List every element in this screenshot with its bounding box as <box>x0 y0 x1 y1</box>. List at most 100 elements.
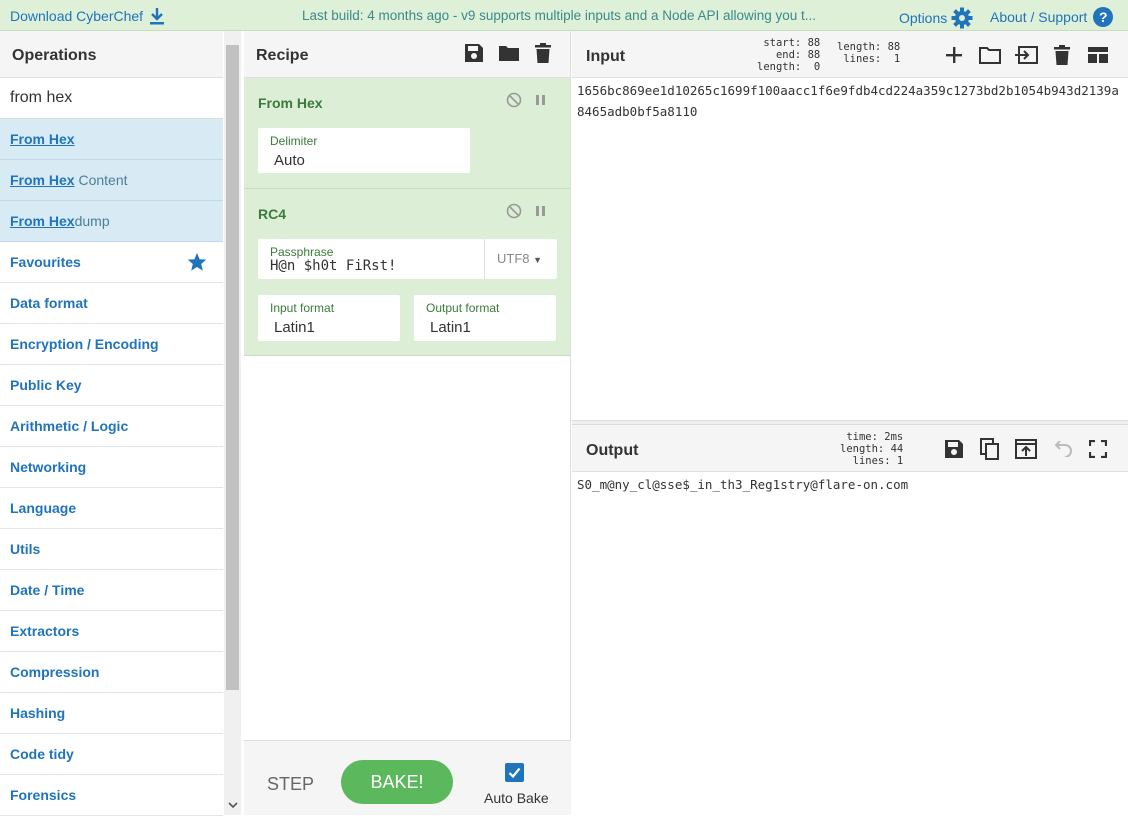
undo-icon[interactable] <box>1051 441 1073 457</box>
autobake-label[interactable]: Auto Bake <box>484 790 549 806</box>
category-compression[interactable]: Compression <box>0 652 223 693</box>
options-label[interactable]: Options <box>899 10 947 26</box>
passphrase-label: Passphrase <box>270 245 334 259</box>
delimiter-field[interactable]: Delimiter Auto <box>258 128 470 173</box>
trash-icon[interactable] <box>534 43 552 63</box>
category-data-format[interactable]: Data format <box>0 283 223 324</box>
layout-button[interactable] <box>1086 43 1110 67</box>
layout-icon[interactable] <box>1087 46 1109 64</box>
download-link[interactable]: Download CyberChef <box>10 7 165 25</box>
top-banner: Download CyberChef Last build: 4 months … <box>0 0 1128 31</box>
about-link[interactable]: About / Support ? <box>990 7 1114 27</box>
category-hashing[interactable]: Hashing <box>0 693 223 734</box>
pause-icon[interactable] <box>534 203 548 219</box>
category-label: Extractors <box>10 623 80 639</box>
options-link[interactable]: Options <box>899 7 973 29</box>
operations-scrollbar[interactable] <box>224 31 241 815</box>
disable-icon[interactable] <box>506 92 522 108</box>
disable-icon[interactable] <box>506 203 522 219</box>
passphrase-value[interactable]: H@n $h0t FiRst! <box>270 258 396 274</box>
folder-open-icon[interactable] <box>979 46 1001 64</box>
output-format-value[interactable]: Latin1 <box>430 319 471 336</box>
pause-icon[interactable] <box>534 92 548 108</box>
maximise-output-button[interactable] <box>1086 437 1110 461</box>
scroll-down-arrow-icon[interactable] <box>228 801 238 809</box>
plus-icon[interactable] <box>945 46 963 64</box>
step-button[interactable]: STEP <box>267 774 314 795</box>
category-label: Public Key <box>10 377 82 393</box>
input-format-label: Input format <box>270 301 335 315</box>
operations-list: From Hex From Hex Content From Hexdump F… <box>0 119 223 816</box>
output-header: Output time: 2ms length: 44 lines: 1 <box>572 425 1128 472</box>
op-title: From Hex <box>258 95 323 111</box>
category-date-time[interactable]: Date / Time <box>0 570 223 611</box>
folder-icon[interactable] <box>498 43 520 63</box>
gear-icon[interactable] <box>951 7 973 29</box>
input-file-icon[interactable] <box>1014 46 1038 64</box>
build-message[interactable]: Last build: 4 months ago - v9 supports m… <box>302 8 816 23</box>
category-label: Favourites <box>10 254 81 270</box>
open-file-button[interactable] <box>1014 43 1038 67</box>
fullscreen-icon[interactable] <box>1089 440 1107 458</box>
delimiter-label: Delimiter <box>270 134 318 148</box>
category-label: Networking <box>10 459 87 475</box>
checkmark-icon <box>508 767 521 779</box>
category-utils[interactable]: Utils <box>0 529 223 570</box>
output-title: Output <box>586 442 639 459</box>
add-input-button[interactable] <box>942 43 966 67</box>
search-result-from-hexdump[interactable]: From Hexdump <box>0 201 223 242</box>
input-title: Input <box>586 48 626 65</box>
recipe-panel: Recipe From Hex Delimiter Auto RC4 Passp… <box>244 31 571 815</box>
download-label[interactable]: Download CyberChef <box>10 8 143 24</box>
category-networking[interactable]: Networking <box>0 447 223 488</box>
stat-lines: 1 <box>893 53 901 65</box>
category-label: Forensics <box>10 787 77 803</box>
recipe-op-from-hex[interactable]: From Hex Delimiter Auto <box>244 78 570 189</box>
operations-search-input[interactable]: from hex <box>0 78 223 119</box>
undo-button[interactable] <box>1050 437 1074 461</box>
encoding-dropdown[interactable]: UTF8 ▼ <box>484 239 557 279</box>
save-icon[interactable] <box>464 43 484 63</box>
recipe-header: Recipe <box>244 31 570 78</box>
recipe-op-rc4[interactable]: RC4 Passphrase H@n $h0t FiRst! UTF8 ▼ In… <box>244 189 570 356</box>
open-folder-button[interactable] <box>978 43 1002 67</box>
autobake-checkbox[interactable] <box>505 763 524 782</box>
result-match: From Hex <box>10 213 75 229</box>
search-result-from-hex-content[interactable]: From Hex Content <box>0 160 223 201</box>
download-icon[interactable] <box>149 7 165 25</box>
passphrase-field[interactable]: Passphrase H@n $h0t FiRst! UTF8 ▼ <box>258 239 557 279</box>
category-forensics[interactable]: Forensics <box>0 775 223 816</box>
delimiter-value[interactable]: Auto <box>274 152 305 169</box>
save-icon[interactable] <box>944 439 964 459</box>
category-label: Code tidy <box>10 746 74 762</box>
help-icon[interactable]: ? <box>1093 7 1114 27</box>
input-textarea[interactable]: 1656bc869ee1d10265c1699f100aacc1f6e9fdb4… <box>577 80 1125 122</box>
scrollbar-thumb[interactable] <box>226 45 239 690</box>
category-arithmetic-logic[interactable]: Arithmetic / Logic <box>0 406 223 447</box>
category-favourites[interactable]: Favourites <box>0 242 223 283</box>
result-match: From Hex <box>10 172 75 188</box>
category-language[interactable]: Language <box>0 488 223 529</box>
copy-output-button[interactable] <box>978 437 1002 461</box>
category-extractors[interactable]: Extractors <box>0 611 223 652</box>
bake-button[interactable]: BAKE! <box>341 760 453 804</box>
encoding-value: UTF8 <box>497 251 530 266</box>
trash-icon[interactable] <box>1053 45 1071 65</box>
category-public-key[interactable]: Public Key <box>0 365 223 406</box>
category-code-tidy[interactable]: Code tidy <box>0 734 223 775</box>
about-label[interactable]: About / Support <box>990 9 1087 25</box>
move-to-input-icon[interactable] <box>1015 439 1037 459</box>
stat-end: 88 <box>807 49 821 61</box>
clear-input-button[interactable] <box>1050 43 1074 67</box>
category-encryption-encoding[interactable]: Encryption / Encoding <box>0 324 223 365</box>
output-textarea[interactable]: S0_m@ny_cl@sse$_in_th3_Reg1stry@flare-on… <box>577 474 1125 495</box>
copy-icon[interactable] <box>980 438 1000 460</box>
search-result-from-hex[interactable]: From Hex <box>0 119 223 160</box>
replace-input-button[interactable] <box>1014 437 1038 461</box>
save-output-button[interactable] <box>942 437 966 461</box>
stat-time: 2ms <box>884 431 904 443</box>
input-format-value[interactable]: Latin1 <box>274 319 315 336</box>
input-length-stats: length: 88 lines: 1 <box>837 41 901 65</box>
input-format-field[interactable]: Input format Latin1 <box>258 295 400 341</box>
output-format-field[interactable]: Output format Latin1 <box>414 295 556 341</box>
